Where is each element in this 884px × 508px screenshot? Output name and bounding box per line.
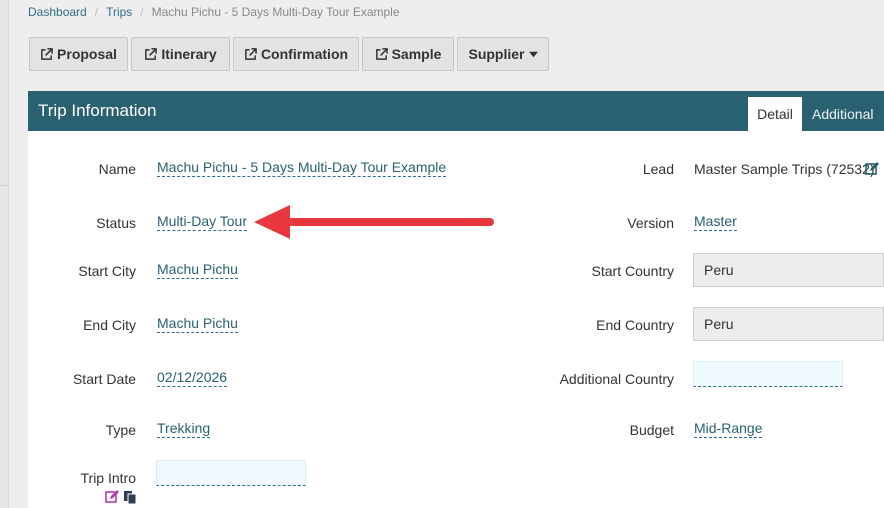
start-city-label: Start City [78,263,136,279]
type-label: Type [105,422,136,438]
additional-country-label: Additional Country [559,371,674,387]
status-value[interactable]: Multi-Day Tour [157,212,247,231]
edit-icon[interactable] [105,490,119,504]
start-country-select[interactable]: Peru [693,253,884,287]
external-link-icon [145,47,158,60]
sample-label: Sample [391,46,442,62]
budget-label: Budget [629,422,674,438]
lead-label: Lead [642,161,674,177]
panel-header: Trip Information Detail Additional [28,91,884,131]
tab-detail[interactable]: Detail [748,97,802,131]
budget-value[interactable]: Mid-Range [694,419,763,438]
supplier-label: Supplier [468,46,525,62]
trip-intro-label: Trip Intro [80,470,137,486]
itinerary-label: Itinerary [161,46,217,62]
additional-country-input[interactable] [693,361,843,387]
lead-value: Master Sample Trips (72532) [694,161,875,177]
breadcrumb-trips[interactable]: Trips [106,5,132,19]
trip-intro-input[interactable] [156,460,306,486]
sample-button[interactable]: Sample [362,37,454,71]
caret-down-icon [528,51,538,57]
version-label: Version [627,215,674,231]
confirmation-button[interactable]: Confirmation [233,37,359,71]
start-date-value[interactable]: 02/12/2026 [157,368,228,387]
breadcrumb-dashboard[interactable]: Dashboard [28,5,87,19]
version-value[interactable]: Master [694,212,737,231]
name-value[interactable]: Machu Pichu - 5 Days Multi-Day Tour Exam… [157,158,447,177]
end-city-label: End City [83,317,136,333]
panel-title: Trip Information [38,101,157,120]
supplier-dropdown-button[interactable]: Supplier [457,37,549,71]
external-link-icon [245,47,257,60]
start-country-label: Start Country [591,263,674,279]
end-country-label: End Country [596,317,674,333]
external-link-icon [41,47,53,60]
confirmation-label: Confirmation [260,46,349,62]
type-value[interactable]: Trekking [157,419,211,438]
end-city-value[interactable]: Machu Pichu [157,314,238,333]
copy-icon[interactable] [123,490,137,505]
start-country-value: Peru [704,262,734,278]
proposal-label: Proposal [57,46,117,62]
edit-lead-icon[interactable] [865,162,880,176]
trip-information-panel: Trip Information Detail Additional [28,91,884,508]
start-date-label: Start Date [72,371,136,387]
breadcrumb: Dashboard / Trips / Machu Pichu - 5 Days Mul… [28,5,400,19]
breadcrumb-current: Machu Pichu - 5 Days Multi-Day Tour Exam… [151,5,400,19]
itinerary-button[interactable]: Itinerary [131,37,230,71]
external-link-icon [375,47,388,60]
end-country-select[interactable]: Peru [693,307,884,341]
name-label: Name [98,161,136,177]
status-label: Status [96,215,136,231]
proposal-button[interactable]: Proposal [29,37,128,71]
start-city-value[interactable]: Machu Pichu [157,260,238,279]
left-sidebar-edge [0,0,9,508]
red-arrow-annotation [254,205,494,239]
end-country-value: Peru [704,316,734,332]
tab-additional[interactable]: Additional [802,97,884,131]
